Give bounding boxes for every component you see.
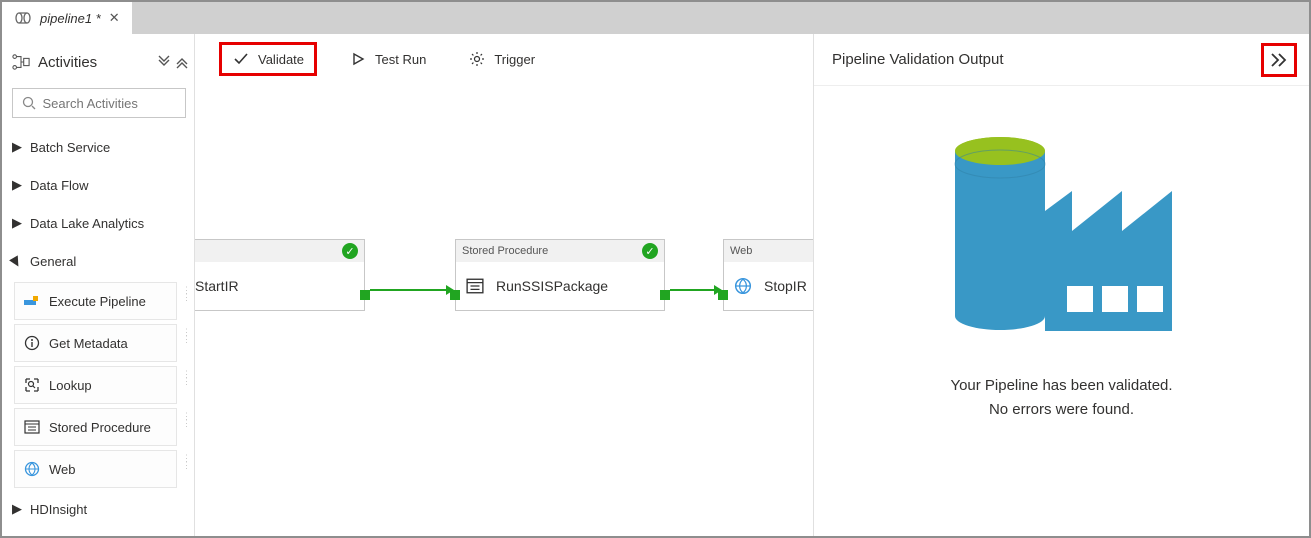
- validation-panel: Pipeline Validation Output: [813, 34, 1309, 536]
- pipeline-tab[interactable]: pipeline1 * ✕: [2, 2, 132, 34]
- caret-right-icon: ▶: [12, 139, 20, 155]
- item-label: Get Metadata: [49, 336, 128, 351]
- search-input[interactable]: [43, 96, 177, 111]
- connector-1: [370, 289, 450, 291]
- canvas-area: Validate Test Run Trigger eb ✓: [195, 34, 813, 536]
- input-port[interactable]: [718, 290, 728, 300]
- node-name: StopIR: [764, 278, 807, 294]
- btn-label: Trigger: [494, 52, 535, 67]
- cat-label: Data Flow: [30, 178, 89, 193]
- factory-illustration: [942, 126, 1182, 346]
- activity-web[interactable]: Web: [14, 450, 177, 488]
- activities-icon: [12, 53, 30, 71]
- node-name: StartIR: [195, 278, 239, 294]
- caret-right-icon: ▶: [12, 215, 20, 231]
- msg-line-1: Your Pipeline has been validated.: [950, 374, 1172, 398]
- activity-get-metadata[interactable]: Get Metadata: [14, 324, 177, 362]
- node-type: Web: [730, 245, 752, 257]
- validate-button[interactable]: Validate: [219, 42, 317, 76]
- tab-title: pipeline1 *: [40, 11, 101, 26]
- cat-label: General: [30, 254, 76, 269]
- pipeline-canvas[interactable]: eb ✓ StartIR Stored Procedure ✓: [195, 84, 813, 536]
- pipeline-icon: [23, 292, 41, 310]
- drag-handle-icon[interactable]: ⋮⋮⋮⋮: [182, 371, 188, 399]
- activities-sidebar: Activities ▶ Batch Service ▶ Data Flo: [2, 34, 195, 536]
- panel-header: Pipeline Validation Output: [814, 34, 1309, 86]
- item-label: Stored Procedure: [49, 420, 151, 435]
- panel-body: Your Pipeline has been validated. No err…: [814, 86, 1309, 536]
- check-icon: [232, 50, 250, 68]
- sidebar-toggle-icons[interactable]: [158, 55, 188, 69]
- web-icon: [23, 460, 41, 478]
- info-icon: [23, 334, 41, 352]
- btn-label: Validate: [258, 52, 304, 67]
- sidebar-cat-data-lake[interactable]: ▶ Data Lake Analytics: [12, 204, 188, 242]
- status-ok-icon: ✓: [642, 243, 658, 259]
- activity-execute-pipeline[interactable]: Execute Pipeline: [14, 282, 177, 320]
- activity-lookup[interactable]: Lookup: [14, 366, 177, 404]
- activity-stored-procedure[interactable]: Stored Procedure: [14, 408, 177, 446]
- search-icon: [21, 94, 37, 112]
- node-start-ir[interactable]: eb ✓ StartIR: [195, 239, 365, 311]
- caret-right-icon: ▶: [12, 177, 20, 193]
- msg-line-2: No errors were found.: [950, 398, 1172, 422]
- panel-collapse-button[interactable]: [1261, 43, 1297, 77]
- node-name: RunSSISPackage: [496, 278, 608, 294]
- panel-title: Pipeline Validation Output: [832, 51, 1004, 68]
- cat-label: Data Lake Analytics: [30, 216, 144, 231]
- general-sublist: Execute Pipeline ⋮⋮⋮⋮ Get Metadata ⋮⋮⋮⋮ …: [14, 280, 188, 490]
- cat-label: Batch Service: [30, 140, 110, 155]
- drag-handle-icon[interactable]: ⋮⋮⋮⋮: [182, 455, 188, 483]
- play-icon: [349, 50, 367, 68]
- web-icon: [734, 277, 752, 295]
- search-activities[interactable]: [12, 88, 186, 118]
- trigger-button[interactable]: Trigger: [458, 42, 545, 76]
- btn-label: Test Run: [375, 52, 426, 67]
- test-run-button[interactable]: Test Run: [339, 42, 436, 76]
- node-run-ssis[interactable]: Stored Procedure ✓ RunSSISPackage: [455, 239, 665, 311]
- cat-label: HDInsight: [30, 502, 87, 517]
- sidebar-title: Activities: [38, 54, 97, 71]
- close-icon[interactable]: ✕: [109, 10, 120, 26]
- item-label: Execute Pipeline: [49, 294, 146, 309]
- validation-message: Your Pipeline has been validated. No err…: [950, 374, 1172, 422]
- gear-icon: [468, 50, 486, 68]
- lookup-icon: [23, 376, 41, 394]
- caret-down-icon: ▶: [7, 254, 25, 269]
- input-port[interactable]: [450, 290, 460, 300]
- canvas-toolbar: Validate Test Run Trigger: [195, 34, 813, 84]
- sidebar-cat-batch-service[interactable]: ▶ Batch Service: [12, 128, 188, 166]
- node-stop-ir[interactable]: Web StopIR: [723, 239, 813, 311]
- sidebar-cat-data-flow[interactable]: ▶ Data Flow: [12, 166, 188, 204]
- chevrons-right-icon: [1270, 52, 1288, 68]
- sidebar-cat-hdinsight[interactable]: ▶ HDInsight: [12, 490, 188, 528]
- sproc-icon: [466, 277, 484, 295]
- item-label: Web: [49, 462, 76, 477]
- sidebar-header: Activities: [12, 42, 188, 82]
- item-label: Lookup: [49, 378, 92, 393]
- status-ok-icon: ✓: [342, 243, 358, 259]
- sproc-icon: [23, 418, 41, 436]
- tab-bar: pipeline1 * ✕: [2, 2, 1309, 34]
- node-type: Stored Procedure: [462, 245, 548, 257]
- caret-right-icon: ▶: [12, 501, 20, 517]
- drag-handle-icon[interactable]: ⋮⋮⋮⋮: [182, 413, 188, 441]
- output-port[interactable]: [660, 290, 670, 300]
- app-root: pipeline1 * ✕ Activities: [0, 0, 1311, 538]
- drag-handle-icon[interactable]: ⋮⋮⋮⋮: [182, 329, 188, 357]
- sidebar-cat-general[interactable]: ▶ General: [12, 242, 188, 280]
- output-port[interactable]: [360, 290, 370, 300]
- pipeline-tab-icon: [14, 9, 32, 27]
- connector-2: [670, 289, 718, 291]
- drag-handle-icon[interactable]: ⋮⋮⋮⋮: [182, 287, 188, 315]
